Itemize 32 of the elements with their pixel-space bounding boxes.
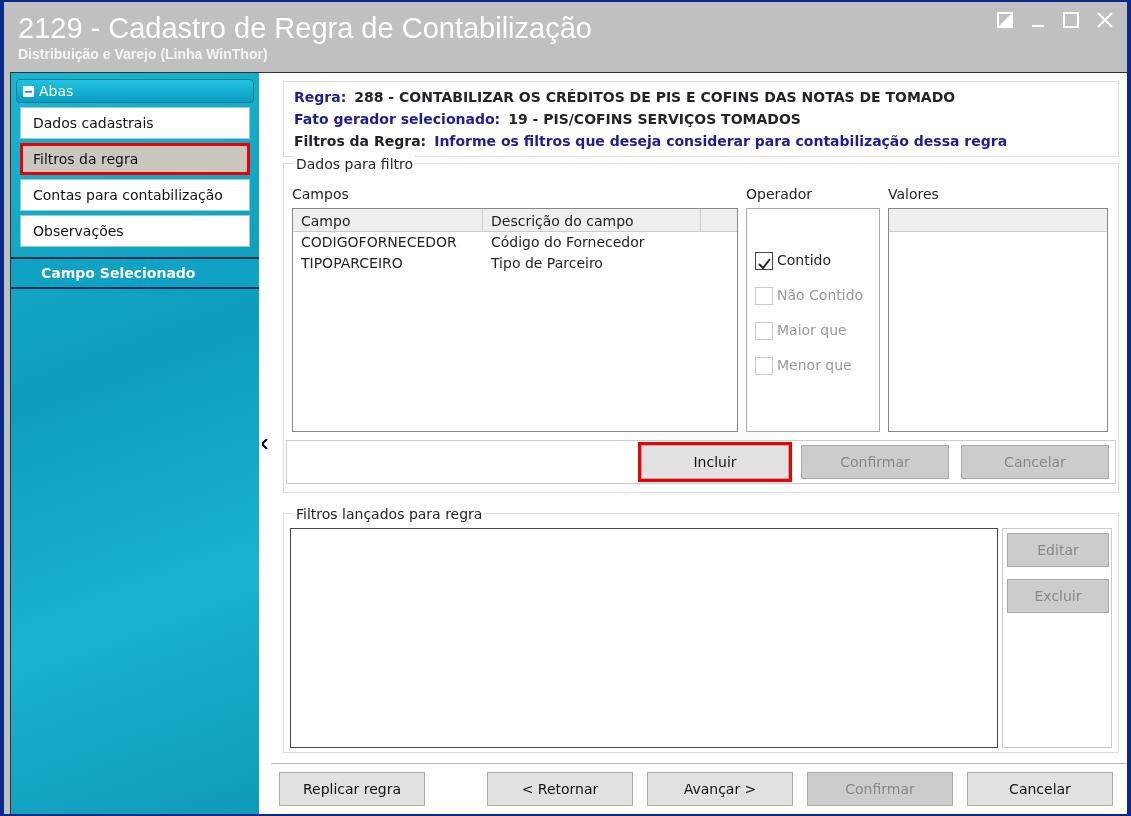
table-cell-text: Tipo de Parceiro bbox=[491, 254, 604, 273]
info-value: 19 - PIS/COFINS SERVIÇOS TOMADOS bbox=[508, 111, 801, 127]
info-label: Filtros da Regra: bbox=[294, 133, 427, 149]
info-value: 288 - CONTABILIZAR OS CRÉDITOS DE PIS E COFINS DAS NOTAS DE TOMADO bbox=[354, 89, 956, 105]
button[interactable]: < Retornar bbox=[487, 772, 633, 806]
button[interactable]: Cancelar bbox=[967, 772, 1113, 806]
group-title: Dados para filtro bbox=[294, 154, 416, 175]
sidebar-item[interactable]: Observações bbox=[20, 215, 250, 247]
fields-label: Campos bbox=[292, 185, 350, 204]
info-label: Regra: bbox=[294, 89, 347, 105]
collapse-icon[interactable] bbox=[23, 85, 34, 97]
table-cell-text: Código do Fornecedor bbox=[491, 233, 646, 252]
checkbox[interactable]: Contido bbox=[755, 243, 879, 278]
table-cell-text: TIPOPARCEIRO bbox=[301, 254, 404, 273]
restore-icon[interactable] bbox=[997, 12, 1013, 28]
window-title: 2129 - Cadastro de Regra de Contabilização bbox=[18, 12, 592, 44]
close-icon[interactable] bbox=[1097, 12, 1113, 28]
info-value: Informe os filtros que deseja considerar para contabilização dessa regra bbox=[434, 133, 1008, 149]
sidebar-item[interactable]: Filtros da regra bbox=[20, 143, 250, 175]
button[interactable]: Avançar > bbox=[647, 772, 793, 806]
operator-label: Operador bbox=[746, 185, 814, 204]
column-header[interactable]: Campo bbox=[293, 209, 483, 231]
column-header[interactable]: Descrição do campo bbox=[483, 209, 701, 231]
info-label: Fato gerador selecionado: bbox=[294, 111, 501, 127]
button[interactable]: Replicar regra bbox=[279, 772, 425, 806]
sidebar-item[interactable]: Contas para contabilização bbox=[20, 179, 250, 211]
sidebar-item[interactable]: Dados cadastrais bbox=[20, 107, 250, 139]
maximize-icon[interactable] bbox=[1063, 12, 1079, 28]
button[interactable]: Incluir bbox=[641, 445, 789, 479]
table-cell-text: CODIGOFORNECEDOR bbox=[301, 233, 458, 252]
section-header: Campo Selecionado bbox=[11, 257, 259, 289]
values-label: Valores bbox=[888, 185, 940, 204]
